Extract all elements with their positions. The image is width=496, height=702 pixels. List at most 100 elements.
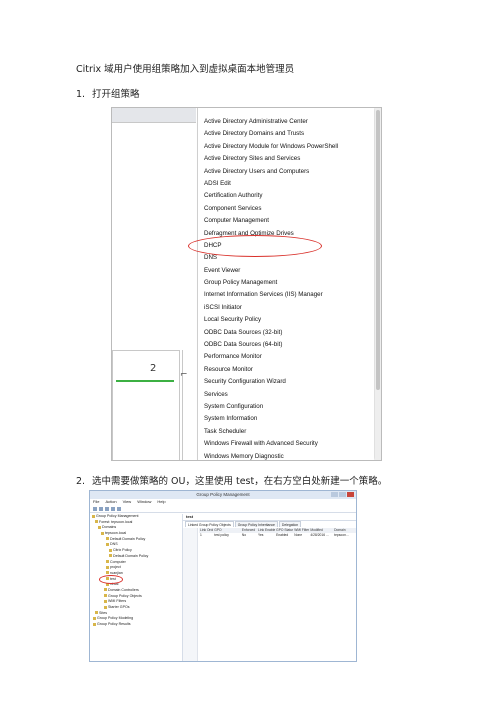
- window-title: Group Policy Management: [196, 492, 250, 497]
- minimize-button[interactable]: [331, 492, 338, 497]
- tree-item-label: Domain Controllers: [108, 587, 139, 592]
- tile-marker: ⌐: [180, 370, 188, 380]
- tab[interactable]: Delegation: [278, 521, 302, 527]
- details-tabs: Linked Group Policy Objects Group Policy …: [183, 521, 356, 527]
- menu-item[interactable]: Resource Monitor: [198, 364, 374, 376]
- tree-item-label: WMI Filters: [108, 599, 127, 604]
- help-icon[interactable]: [117, 506, 121, 511]
- menu-action[interactable]: Action: [105, 499, 116, 505]
- tree-item-label: Citrix Policy: [113, 548, 132, 553]
- linked-gpo-table: Link OrderGPOEnforcedLink EnabledGPO Sta…: [199, 528, 356, 538]
- tree-item-label: DNS: [110, 542, 118, 547]
- menu-item[interactable]: Services: [198, 389, 374, 401]
- menu-item[interactable]: Computer Management: [198, 215, 374, 227]
- folder-icon: [104, 605, 107, 609]
- menu-item[interactable]: System Information: [198, 413, 374, 425]
- highlight-circle-test-ou: [99, 575, 123, 584]
- table-cell: 4/28/2016 ...: [310, 533, 329, 537]
- tools-menu-list: Active Directory Administrative Center Ac…: [198, 116, 374, 460]
- menu-item[interactable]: Active Directory Domains and Trusts: [198, 128, 374, 140]
- folder-icon: [106, 565, 109, 569]
- tree-item-label: Domains: [102, 525, 117, 530]
- back-icon[interactable]: [93, 506, 97, 511]
- folder-icon: [109, 554, 112, 558]
- folder-icon: [104, 594, 107, 598]
- menu-item[interactable]: Windows Memory Diagnostic: [198, 451, 374, 460]
- window-header-strip: [112, 108, 196, 123]
- step-1: 1. 打开组策略: [76, 86, 140, 100]
- folder-icon: [104, 588, 107, 592]
- menu-item[interactable]: Performance Monitor: [198, 351, 374, 363]
- menu-item[interactable]: Active Directory Module for Windows Powe…: [198, 141, 374, 153]
- details-gutter: [183, 528, 198, 661]
- menu-item[interactable]: System Configuration: [198, 401, 374, 413]
- menu-item[interactable]: ADSI Edit: [198, 178, 374, 190]
- maximize-button[interactable]: [339, 492, 346, 497]
- ou-title: test: [183, 514, 356, 521]
- folder-icon: [95, 611, 98, 615]
- status-bar-green: [116, 380, 174, 382]
- dashboard-tile-2: [182, 350, 195, 460]
- menu-item[interactable]: Windows Firewall with Advanced Security: [198, 438, 374, 450]
- folder-icon: [98, 525, 101, 529]
- menu-item[interactable]: Event Viewer: [198, 265, 374, 277]
- menu-file[interactable]: File: [93, 499, 99, 505]
- dashboard-tile: [112, 350, 180, 460]
- menu-item[interactable]: ODBC Data Sources (32-bit): [198, 327, 374, 339]
- details-pane: test Linked Group Policy Objects Group Po…: [183, 514, 356, 661]
- tree-item[interactable]: Group Policy Results: [90, 622, 182, 628]
- menu-item[interactable]: Local Security Policy: [198, 314, 374, 326]
- tree-item-label: Sites: [99, 610, 107, 615]
- menu-window[interactable]: Window: [137, 499, 151, 505]
- close-button[interactable]: [347, 492, 354, 497]
- forward-icon[interactable]: [99, 506, 103, 511]
- folder-icon: [93, 616, 96, 620]
- tab[interactable]: Group Policy Inheritance: [234, 521, 278, 527]
- tree-item-label: project: [110, 565, 121, 570]
- step-2: 2. 选中需要做策略的 OU，这里使用 test，在右方空白处新建一个策略。: [76, 473, 387, 487]
- menu-item[interactable]: Active Directory Administrative Center: [198, 116, 374, 128]
- tree-item-label: Starter GPOs: [108, 605, 130, 609]
- menu-item[interactable]: Group Policy Management: [198, 277, 374, 289]
- tree-item-label: Group Policy Management: [96, 514, 139, 518]
- table-cell: No: [241, 533, 247, 537]
- scrollbar-thumb[interactable]: [376, 110, 380, 390]
- table-cell: 1: [200, 533, 202, 537]
- tree-item-label: Computer: [110, 559, 126, 564]
- gpm-screenshot: Group Policy Management File Action View Wi…: [89, 490, 357, 662]
- console-tree: Group Policy Management Forest: tepsoon.l…: [90, 514, 183, 661]
- folder-icon: [92, 514, 95, 518]
- menu-item[interactable]: Active Directory Sites and Services: [198, 153, 374, 165]
- tree-item-label: tepsoon.local: [105, 531, 127, 536]
- tree-item-label: Group Policy Results: [97, 622, 131, 627]
- tree-item-label: Forest: tepsoon.local: [99, 519, 133, 524]
- menu-item[interactable]: iSCSI Initiator: [198, 302, 374, 314]
- menu-item[interactable]: Internet Information Services (IIS) Mana…: [198, 289, 374, 301]
- table-cell: test policy: [214, 533, 229, 537]
- refresh-icon[interactable]: [111, 506, 115, 511]
- folder-icon: [106, 560, 109, 564]
- menu-item[interactable]: Task Scheduler: [198, 426, 374, 438]
- admin-tools-screenshot: 2 ⌐ Active Directory Administrative Cent…: [111, 107, 382, 461]
- table-cell: Yes: [258, 533, 264, 537]
- menu-help[interactable]: Help: [157, 499, 165, 505]
- window-titlebar: Group Policy Management: [90, 491, 356, 499]
- menu-item[interactable]: Certification Authority: [198, 190, 374, 202]
- menu-item[interactable]: ODBC Data Sources (64-bit): [198, 339, 374, 351]
- folder-icon[interactable]: [105, 506, 109, 511]
- step-text: 选中需要做策略的 OU，这里使用 test，在右方空白处新建一个策略。: [92, 476, 388, 487]
- table-row[interactable]: 1 test policy No Yes Enabled None 4/28/2016 ..…: [199, 533, 356, 538]
- document-title: Citrix 域用户使用组策略加入到虚拟桌面本地管理员: [76, 64, 295, 75]
- folder-icon: [106, 571, 109, 575]
- folder-icon: [95, 520, 98, 524]
- folder-icon: [106, 542, 109, 546]
- menu-view[interactable]: View: [123, 499, 132, 505]
- menu-item[interactable]: Active Directory Users and Computers: [198, 166, 374, 178]
- menu-item[interactable]: Security Configuration Wizard: [198, 376, 374, 388]
- window-controls: [331, 492, 354, 497]
- folder-icon: [104, 599, 107, 603]
- tile-count: 2: [150, 363, 157, 374]
- tab[interactable]: Linked Group Policy Objects: [185, 521, 234, 527]
- menu-item[interactable]: Component Services: [198, 203, 374, 215]
- folder-icon: [101, 531, 104, 535]
